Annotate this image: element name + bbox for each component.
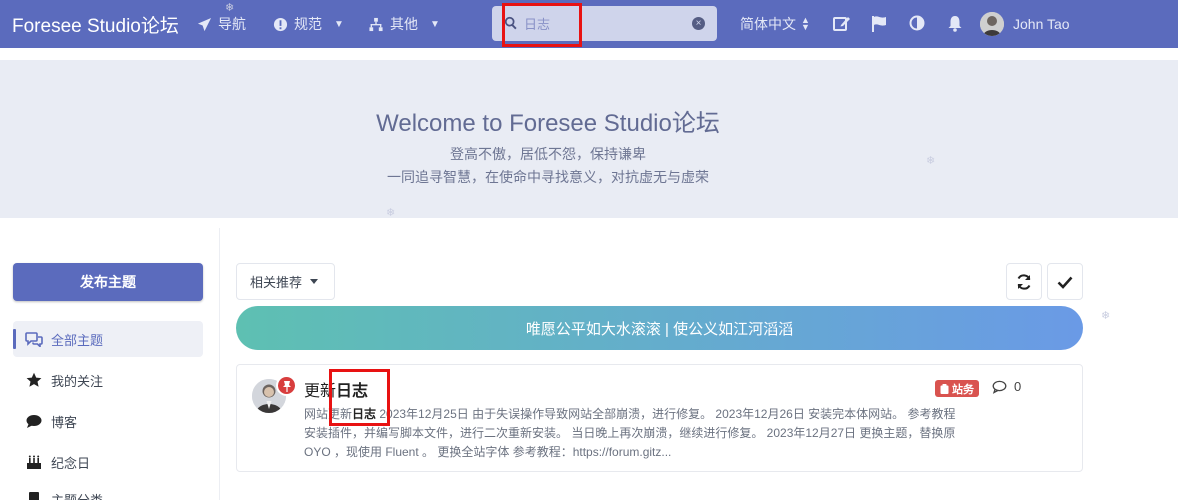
sort-label: 相关推荐 <box>250 275 303 290</box>
comments-icon <box>25 332 43 347</box>
nav-other[interactable]: 其他 ▼ <box>368 14 440 34</box>
discussion-excerpt: 网站更新日志 2023年12月25日 由于失误操作导致网站全部崩溃，进行修复。 … <box>304 405 959 462</box>
clipboard-icon <box>940 383 949 394</box>
compose-button[interactable] <box>833 15 851 37</box>
comment-outline-icon <box>992 380 1007 394</box>
hero-title: Welcome to Foresee Studio论坛 <box>376 110 720 137</box>
sidebar-item-all-discussions[interactable]: 全部主题 <box>13 321 203 357</box>
star-icon <box>26 372 42 387</box>
hero-line-2: 一同追寻智慧，在使命中寻找意义，对抗虚无与虚荣 <box>387 169 709 185</box>
user-name[interactable]: John Tao <box>1013 16 1070 32</box>
new-discussion-button[interactable]: 发布主题 <box>13 263 203 301</box>
notifications-button[interactable] <box>947 15 963 37</box>
excerpt-post: 2023年12月25日 由于失误操作导致网站全部崩溃，进行修复。 2023年12… <box>304 407 956 459</box>
sort-dropdown[interactable]: 相关推荐 <box>236 263 335 300</box>
flags-button[interactable] <box>871 15 887 37</box>
site-brand[interactable]: Foresee Studio论坛 <box>12 11 179 38</box>
nav-rules-label: 规范 <box>294 16 322 32</box>
sitemap-icon <box>369 17 383 31</box>
birthday-cake-icon <box>27 455 41 469</box>
sort-arrows-icon: ▲ ▼ <box>801 15 810 32</box>
user-avatar[interactable] <box>980 12 1004 36</box>
edit-icon <box>833 17 850 31</box>
caret-down-icon <box>310 279 319 284</box>
nav-rules[interactable]: 规范 ▼ <box>273 14 344 34</box>
paper-plane-icon <box>197 17 212 31</box>
flag-icon <box>872 16 886 32</box>
sidebar-item-label: 我的关注 <box>51 373 104 389</box>
sidebar-item-blog[interactable]: 博客 <box>13 403 203 439</box>
language-selector[interactable]: 简体中文 ▲ ▼ <box>740 14 810 34</box>
nav-guide-label: 导航 <box>218 16 246 32</box>
sidebar-item-label: 主题分类 <box>51 492 104 500</box>
exclamation-circle-icon <box>273 17 288 31</box>
sidebar-item-label: 纪念日 <box>51 455 91 471</box>
sidebar-item-label: 全部主题 <box>51 332 104 348</box>
theme-toggle-button[interactable] <box>909 15 925 36</box>
comment-icon <box>26 414 42 428</box>
highlight-box-title <box>329 369 390 426</box>
hero-section: Welcome to Foresee Studio论坛 登高不傲，居低不怨，保持… <box>0 60 1178 218</box>
sidebar-item-categories[interactable]: 主题分类 <box>13 481 203 500</box>
user-avatar-image <box>980 12 1004 36</box>
reply-count-value: 0 <box>1014 379 1022 394</box>
nav-guide[interactable]: 导航 <box>197 14 246 34</box>
nav-other-label: 其他 <box>390 16 418 32</box>
tag-label: 站务 <box>952 383 974 396</box>
sidebar-item-label: 博客 <box>51 414 78 430</box>
book-icon <box>29 492 39 500</box>
site-header: Foresee Studio论坛 导航 规范 ▼ 其他 ▼ × 简体中文 ▲▼ … <box>0 0 1178 48</box>
refresh-icon <box>1017 273 1031 290</box>
snowflake-icon: ❄ <box>225 2 235 14</box>
snowflake-icon: ❄ <box>926 155 936 167</box>
reply-count: 0 <box>992 379 1021 394</box>
sticky-badge <box>276 375 297 396</box>
snowflake-icon: ❄ <box>1101 310 1111 322</box>
mark-all-read-button[interactable] <box>1047 263 1083 300</box>
bell-icon <box>948 16 962 32</box>
snowflake-icon: ❄ <box>386 207 396 219</box>
chevron-down-icon: ▼ <box>430 18 440 30</box>
announcement-banner: 唯愿公平如大水滚滚 | 使公义如江河滔滔 <box>236 306 1083 350</box>
pin-icon <box>282 380 291 392</box>
tag-badge[interactable]: 站务 <box>935 380 979 397</box>
sidebar-item-following[interactable]: 我的关注 <box>13 362 203 398</box>
refresh-button[interactable] <box>1006 263 1042 300</box>
highlight-box-search <box>502 3 582 47</box>
contrast-icon <box>909 15 925 31</box>
chevron-down-icon: ▼ <box>334 18 344 30</box>
check-icon <box>1057 276 1073 289</box>
clear-search-icon[interactable]: × <box>692 17 705 30</box>
sidebar-divider <box>219 228 220 500</box>
sidebar-item-anniversary[interactable]: 纪念日 <box>13 444 203 480</box>
language-label: 简体中文 <box>740 16 796 32</box>
